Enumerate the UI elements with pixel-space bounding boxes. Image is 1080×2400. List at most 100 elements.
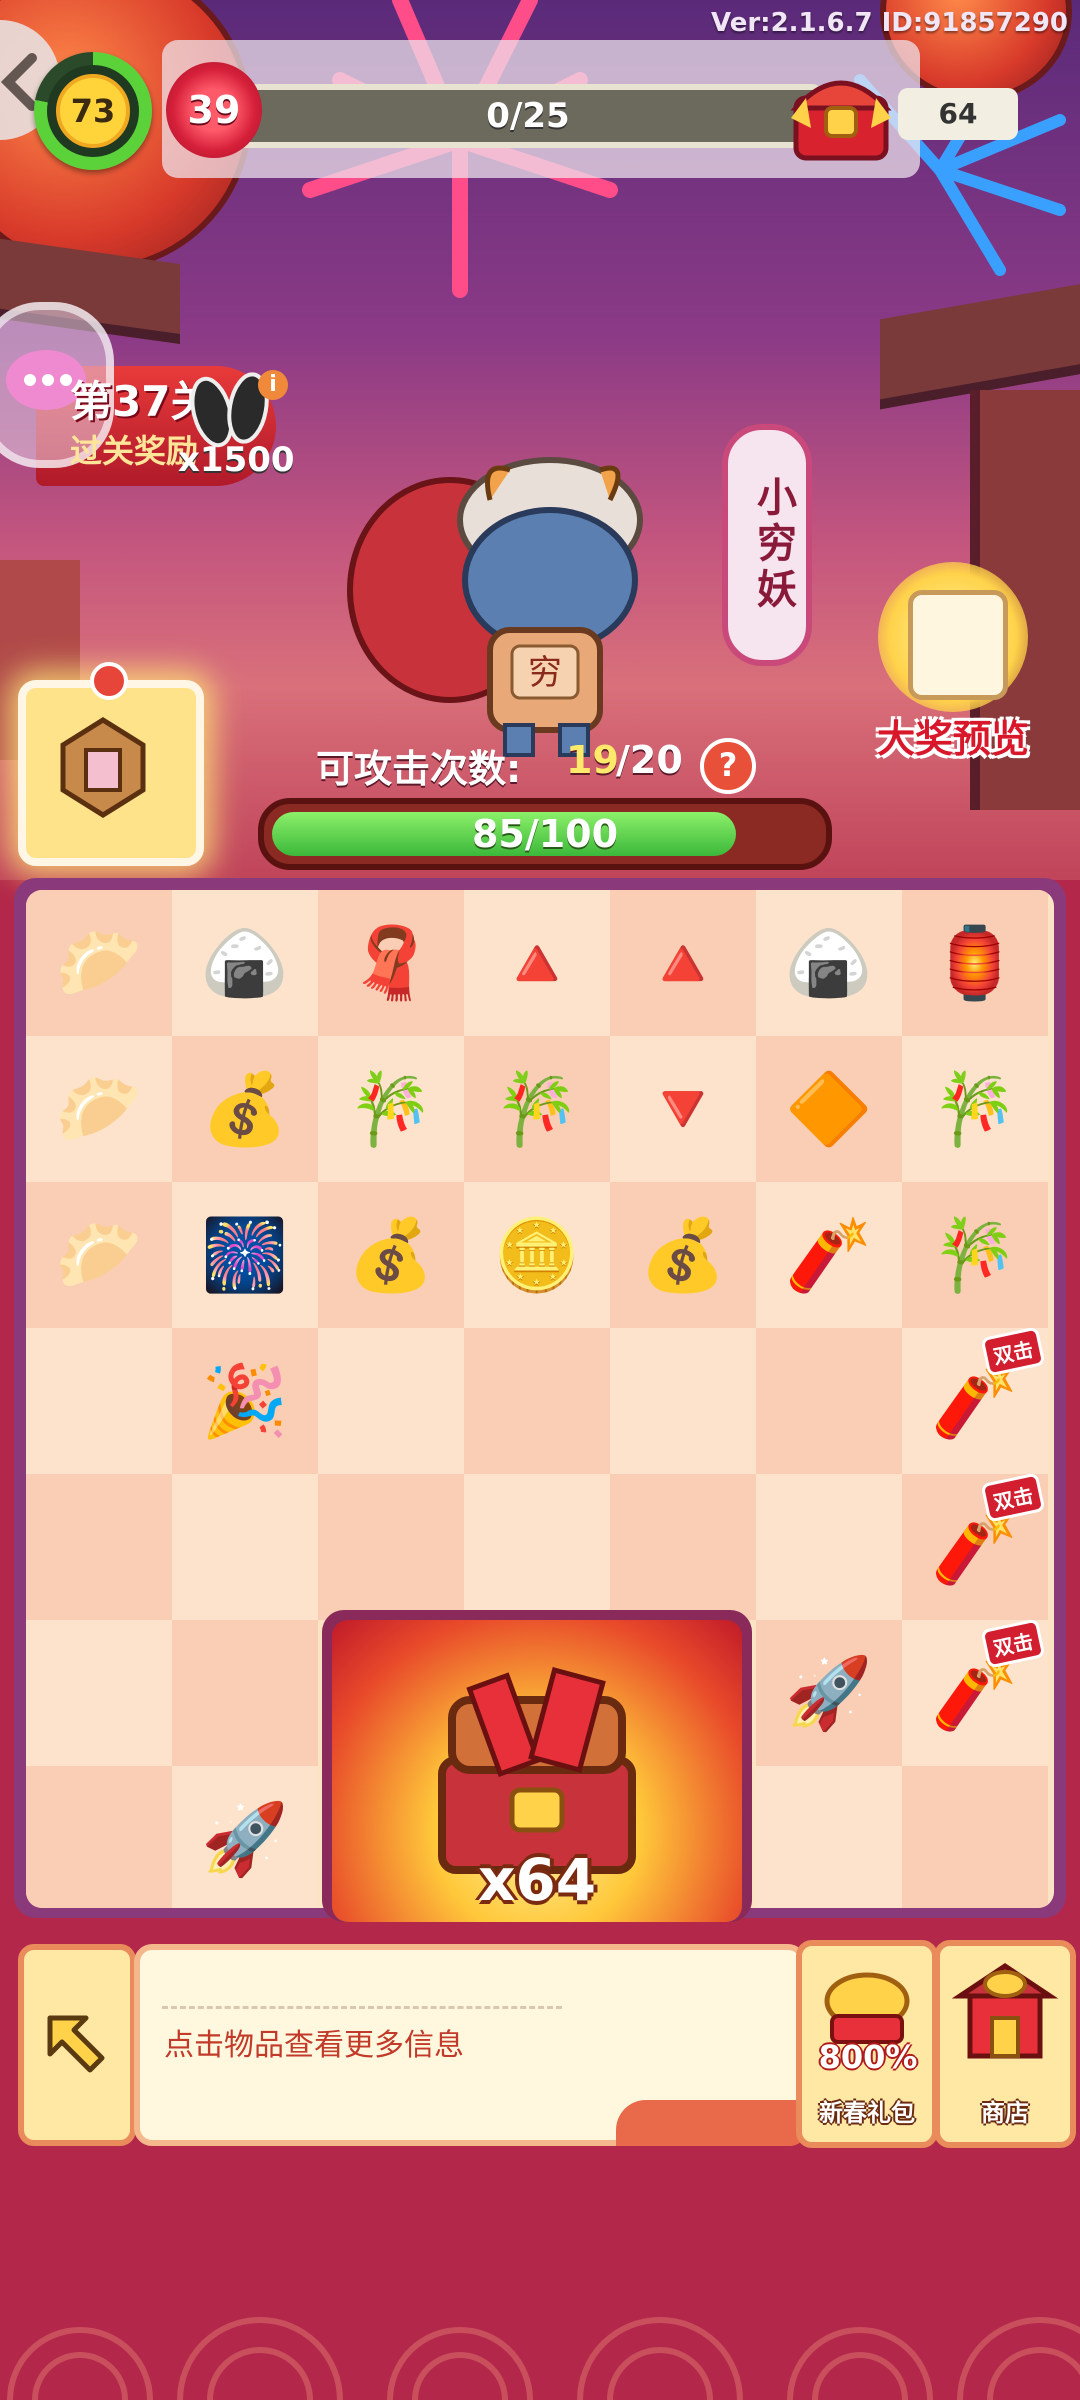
big-reward-chest[interactable]: x64: [322, 1610, 752, 1922]
board-cell[interactable]: 🎉: [172, 1328, 318, 1474]
board-cell[interactable]: [610, 1474, 756, 1620]
red-cloth-icon: 🧣: [347, 922, 435, 1004]
board-cell[interactable]: 🎋: [902, 1036, 1048, 1182]
bamboo-cube-icon: 🎋: [347, 1068, 435, 1150]
dumplings-icon: 🥟: [55, 922, 143, 1004]
item-info-hint: 点击物品查看更多信息: [164, 2028, 464, 2063]
board-cell[interactable]: [902, 1766, 1048, 1908]
gold-ingot-gift-icon: [824, 1972, 910, 2044]
treasure-chest-icon[interactable]: [786, 58, 896, 168]
board-cell[interactable]: 🥟: [26, 1182, 172, 1328]
monster-hp-bar: 85/100: [258, 798, 832, 870]
attack-count-row: 可攻击次数: 19 /20 ?: [0, 738, 1080, 798]
info-icon[interactable]: i: [258, 370, 288, 400]
dumpling-plate-icon: 🥟: [55, 1214, 143, 1296]
version-text: Ver:2.1.6.7 ID:91857290: [711, 8, 1068, 38]
board-cell[interactable]: 🎋: [464, 1036, 610, 1182]
board-cell[interactable]: 🎆: [172, 1182, 318, 1328]
board-cell[interactable]: [756, 1474, 902, 1620]
scroll-icon: [908, 590, 1008, 700]
board-cell[interactable]: 🔺: [610, 890, 756, 1036]
purple-rocket-icon: 🚀: [785, 1652, 873, 1734]
spring-gift-pack-button[interactable]: 800% 新春礼包: [796, 1940, 938, 2148]
board-cell[interactable]: [26, 1766, 172, 1908]
board-cell[interactable]: 🪙: [464, 1182, 610, 1328]
firecracker-roll-icon: 🧨: [931, 1360, 1019, 1442]
big-chest-count: x64: [477, 1846, 597, 1914]
undo-button[interactable]: [18, 1944, 136, 2146]
help-icon[interactable]: ?: [700, 738, 756, 794]
firecracker-roll-icon: 🧨: [931, 1506, 1019, 1588]
attack-count-label: 可攻击次数:: [316, 747, 522, 791]
arrow-up-left-icon: [47, 2015, 105, 2073]
footer-cloud-pattern: [7, 2317, 1080, 2400]
lantern-frame-icon: 🏮: [931, 922, 1019, 1004]
board-cell[interactable]: [610, 1328, 756, 1474]
attack-count-max: /20: [616, 738, 683, 782]
board-cell[interactable]: 🎋: [318, 1036, 464, 1182]
board-cell[interactable]: 🏮: [902, 890, 1048, 1036]
pin-icon: [90, 662, 128, 700]
board-cell[interactable]: 💰: [610, 1182, 756, 1328]
shop-building-icon: [951, 1962, 1059, 2059]
double-tag: 双击: [980, 1618, 1046, 1669]
hp-text: 85/100: [471, 812, 619, 856]
board-cell[interactable]: [26, 1620, 172, 1766]
board-cell[interactable]: [318, 1474, 464, 1620]
gift-percent: 800%: [818, 2038, 918, 2076]
shop-label: 商店: [981, 2099, 1029, 2127]
red-paper-triangle-icon: 🔻: [639, 1068, 727, 1150]
grand-prize-preview-button[interactable]: 大奖预览: [868, 562, 1038, 762]
board-cell[interactable]: 🍙: [756, 890, 902, 1036]
board-cell[interactable]: [26, 1474, 172, 1620]
double-tag: 双击: [980, 1472, 1046, 1523]
board-cell[interactable]: 🔺: [464, 890, 610, 1036]
board-cell[interactable]: [756, 1766, 902, 1908]
item-info-panel: 点击物品查看更多信息: [134, 1944, 806, 2146]
board-cell[interactable]: [464, 1328, 610, 1474]
firecracker-roll-icon: 🧨: [931, 1652, 1019, 1734]
board-cell[interactable]: [756, 1328, 902, 1474]
board-cell[interactable]: 🧣: [318, 890, 464, 1036]
board-cell[interactable]: 🔻: [610, 1036, 756, 1182]
firework-rockets-icon: 🎆: [201, 1214, 289, 1296]
bamboo-frame-icon: 🎋: [493, 1068, 581, 1150]
red-paper-cone-icon: 🔺: [639, 922, 727, 1004]
gold-ingot-icon: 💰: [347, 1214, 435, 1296]
purple-rocket-icon: 🚀: [201, 1798, 289, 1880]
board-cell[interactable]: 🚀: [756, 1620, 902, 1766]
board-cell[interactable]: 🔶: [756, 1036, 902, 1182]
flower-level-badge: 39: [166, 62, 262, 158]
board-cell[interactable]: 🧨 双击: [902, 1618, 1048, 1766]
level-progress-bar: 0/25: [232, 84, 824, 148]
board-cell[interactable]: 🎋: [902, 1182, 1048, 1328]
board-cell[interactable]: 🥟: [26, 1036, 172, 1182]
progress-text: 0/25: [486, 96, 570, 136]
rice-sack-icon: 🍙: [785, 922, 873, 1004]
monster-name-scroll: 小穷妖: [722, 424, 812, 666]
board-cell[interactable]: [172, 1620, 318, 1766]
bottom-bar: 点击物品查看更多信息 800% 新春礼包 商店: [14, 1940, 1076, 2148]
shop-button[interactable]: 商店: [934, 1940, 1076, 2148]
monster-character[interactable]: 穷: [340, 440, 680, 760]
board-cell[interactable]: [318, 1328, 464, 1474]
chest-count: 64: [898, 88, 1018, 140]
board-cell[interactable]: [464, 1474, 610, 1620]
gold-ingots-icon: 💰: [201, 1068, 289, 1150]
player-level: 73: [56, 74, 130, 148]
rice-sack-icon: 🍙: [201, 922, 289, 1004]
board-cell[interactable]: [26, 1328, 172, 1474]
firecracker-icon: 🧨: [785, 1214, 873, 1296]
board-cell[interactable]: 🧨 双击: [902, 1326, 1048, 1474]
board-cell[interactable]: 🧨: [756, 1182, 902, 1328]
board-cell[interactable]: [172, 1474, 318, 1620]
player-level-badge[interactable]: 73: [34, 52, 152, 170]
board-cell[interactable]: 🥟: [26, 890, 172, 1036]
board-cell[interactable]: 🧨 双击: [902, 1472, 1048, 1620]
board-cell[interactable]: 💰: [172, 1036, 318, 1182]
board-cell[interactable]: 🍙: [172, 890, 318, 1036]
board-cell[interactable]: 💰: [318, 1182, 464, 1328]
attack-count-value: 19: [566, 738, 619, 782]
board-cell[interactable]: 🚀: [172, 1766, 318, 1908]
bamboo-shoot-icon: 🎋: [931, 1068, 1019, 1150]
